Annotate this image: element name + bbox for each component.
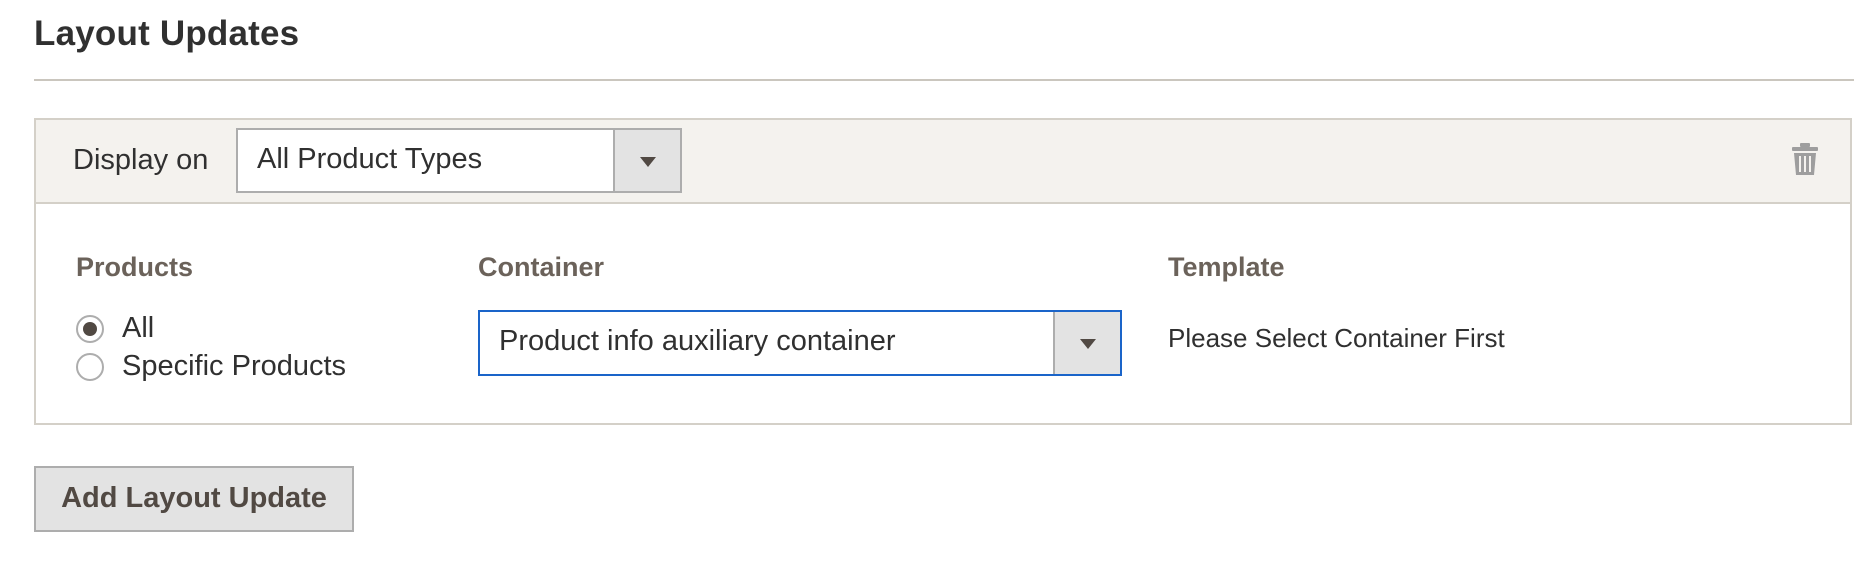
add-layout-update-button[interactable]: Add Layout Update <box>34 466 354 532</box>
display-on-dropdown-button[interactable] <box>613 130 680 191</box>
container-label: Container <box>478 252 605 282</box>
display-on-label: Display on <box>73 144 209 176</box>
container-dropdown-button[interactable] <box>1053 312 1120 374</box>
caret-down-icon <box>1079 339 1096 349</box>
container-value: Product info auxiliary container <box>499 325 896 357</box>
section-divider <box>34 79 1854 81</box>
products-label: Products <box>76 252 194 282</box>
radio-option-specific-products[interactable]: Specific Products <box>76 350 346 383</box>
container-select[interactable]: Product info auxiliary container <box>478 310 1122 376</box>
radio-specific-products[interactable] <box>76 352 104 381</box>
radio-specific-products-label: Specific Products <box>122 350 347 382</box>
trash-icon[interactable] <box>1792 143 1818 175</box>
radio-all-label: All <box>122 312 155 344</box>
layout-update-header: Display on All Product Types <box>36 120 1850 204</box>
caret-down-icon <box>639 156 656 167</box>
template-label: Template <box>1168 252 1285 282</box>
section-title: Layout Updates <box>34 14 300 53</box>
display-on-select[interactable]: All Product Types <box>236 128 682 193</box>
radio-option-all[interactable]: All <box>76 312 154 345</box>
template-message: Please Select Container First <box>1168 323 1505 353</box>
display-on-value: All Product Types <box>257 143 483 175</box>
radio-all[interactable] <box>76 314 104 343</box>
